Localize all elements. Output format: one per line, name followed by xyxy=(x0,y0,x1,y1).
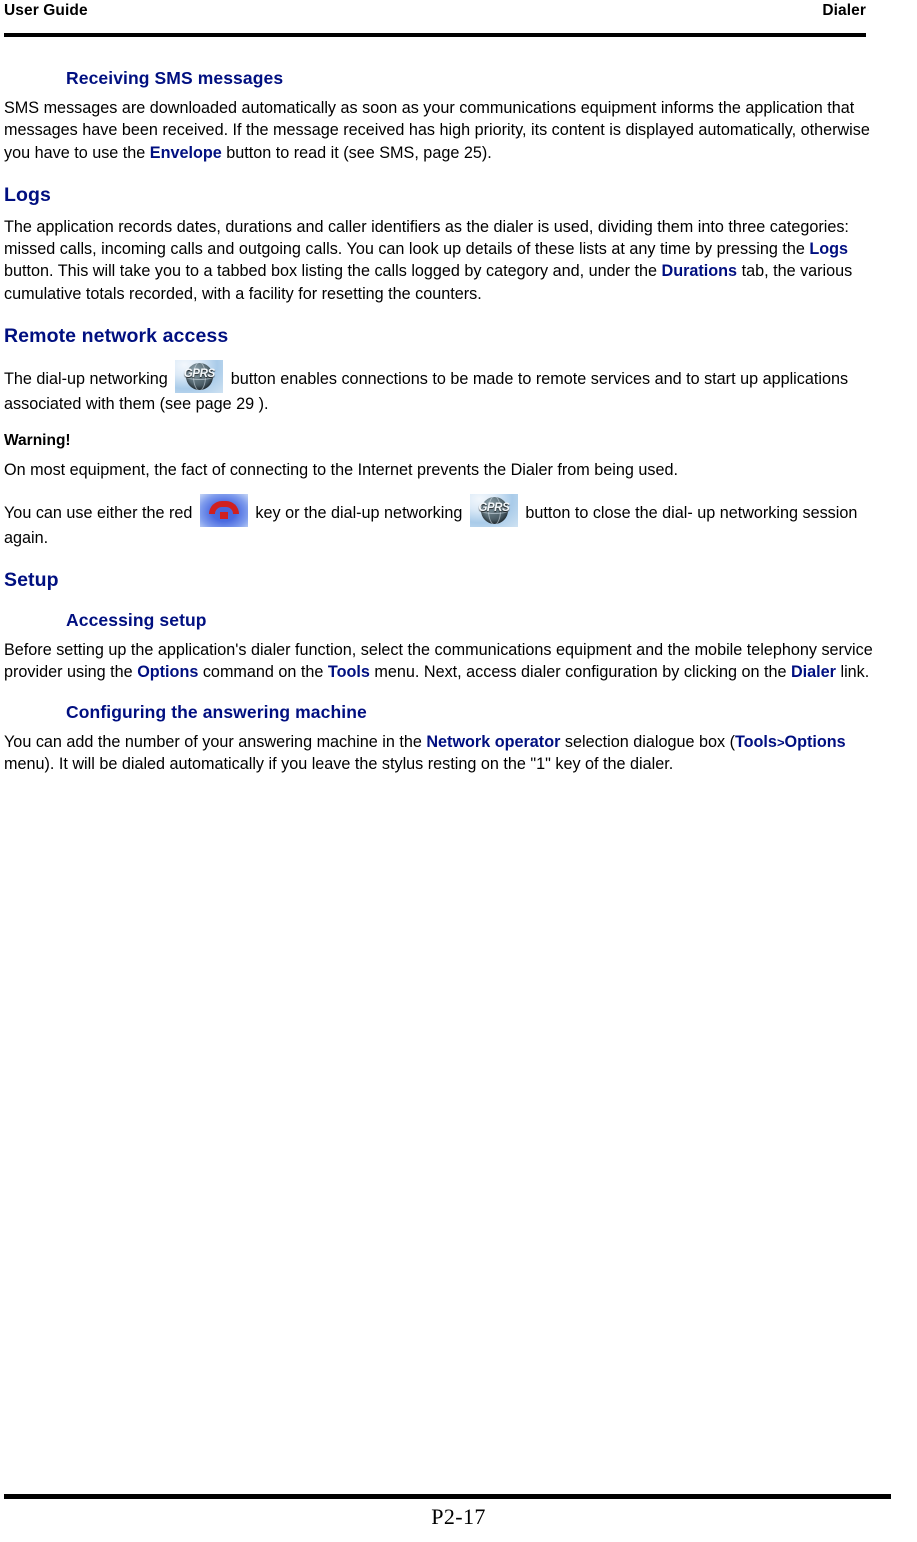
text-run: The dial-up networking xyxy=(4,370,173,389)
term-options: Options xyxy=(784,732,846,751)
gprs-button-icon: GPRS xyxy=(175,360,224,394)
paragraph-close-session: You can use either the red key or the di… xyxy=(4,494,897,549)
heading-remote-network-access: Remote network access xyxy=(4,325,229,348)
term-options: Options xyxy=(137,663,199,682)
text-run: button to read it (see SMS, page 25). xyxy=(221,143,492,162)
text-run: menu). It will be dialed automatically i… xyxy=(4,755,674,774)
text-run: button. This will take you to a tabbed b… xyxy=(4,262,662,281)
term-separator: > xyxy=(776,734,785,750)
handset-stem xyxy=(219,512,228,520)
text-run: link. xyxy=(835,663,870,682)
heading-warning: Warning! xyxy=(4,431,71,449)
heading-receiving-sms: Receiving SMS messages xyxy=(66,68,284,88)
heading-logs: Logs xyxy=(4,184,51,207)
gprs-icon-label: GPRS xyxy=(183,368,215,381)
footer-rule xyxy=(4,1494,891,1499)
text-run: You can add the number of your answering… xyxy=(4,732,427,751)
text-run: selection dialogue box ( xyxy=(560,732,735,751)
running-header-left: User Guide xyxy=(4,2,88,19)
running-header-right: Dialer xyxy=(822,2,866,19)
paragraph-receiving-sms: SMS messages are downloaded automaticall… xyxy=(4,97,897,164)
term-network-operator: Network operator xyxy=(426,732,561,751)
header-rule xyxy=(4,33,866,37)
term-dialer: Dialer xyxy=(790,663,836,682)
red-hangup-key-icon xyxy=(199,494,248,528)
term-envelope: Envelope xyxy=(149,143,222,162)
text-run: command on the xyxy=(198,663,328,682)
text-run: You can use either the red xyxy=(4,504,197,523)
text-run: The application records dates, durations… xyxy=(4,217,849,258)
text-run: key or the dial-up networking xyxy=(250,504,467,523)
term-logs: Logs xyxy=(809,239,848,258)
document-page: User Guide Dialer Receiving SMS messages… xyxy=(0,0,917,1542)
page-number: P2-17 xyxy=(431,1504,486,1529)
paragraph-warning: On most equipment, the fact of connectin… xyxy=(4,460,678,479)
paragraph-answering-machine: You can add the number of your answering… xyxy=(4,731,897,776)
running-header: User Guide Dialer xyxy=(4,2,866,20)
paragraph-accessing-setup: Before setting up the application's dial… xyxy=(4,639,897,684)
heading-configuring-answering-machine: Configuring the answering machine xyxy=(66,701,367,722)
heading-setup: Setup xyxy=(4,569,59,592)
term-tools: Tools xyxy=(734,732,777,751)
document-body: Receiving SMS messages SMS messages are … xyxy=(4,50,897,781)
gprs-icon-label: GPRS xyxy=(478,502,510,515)
gprs-button-icon: GPRS xyxy=(469,494,518,528)
heading-accessing-setup: Accessing setup xyxy=(66,609,207,630)
paragraph-logs: The application records dates, durations… xyxy=(4,216,897,305)
term-durations: Durations xyxy=(661,262,738,281)
paragraph-dialup-networking: The dial-up networking GPRS button enabl… xyxy=(4,360,897,415)
text-run: menu. Next, access dialer configuration … xyxy=(369,663,791,682)
term-tools: Tools xyxy=(327,663,370,682)
